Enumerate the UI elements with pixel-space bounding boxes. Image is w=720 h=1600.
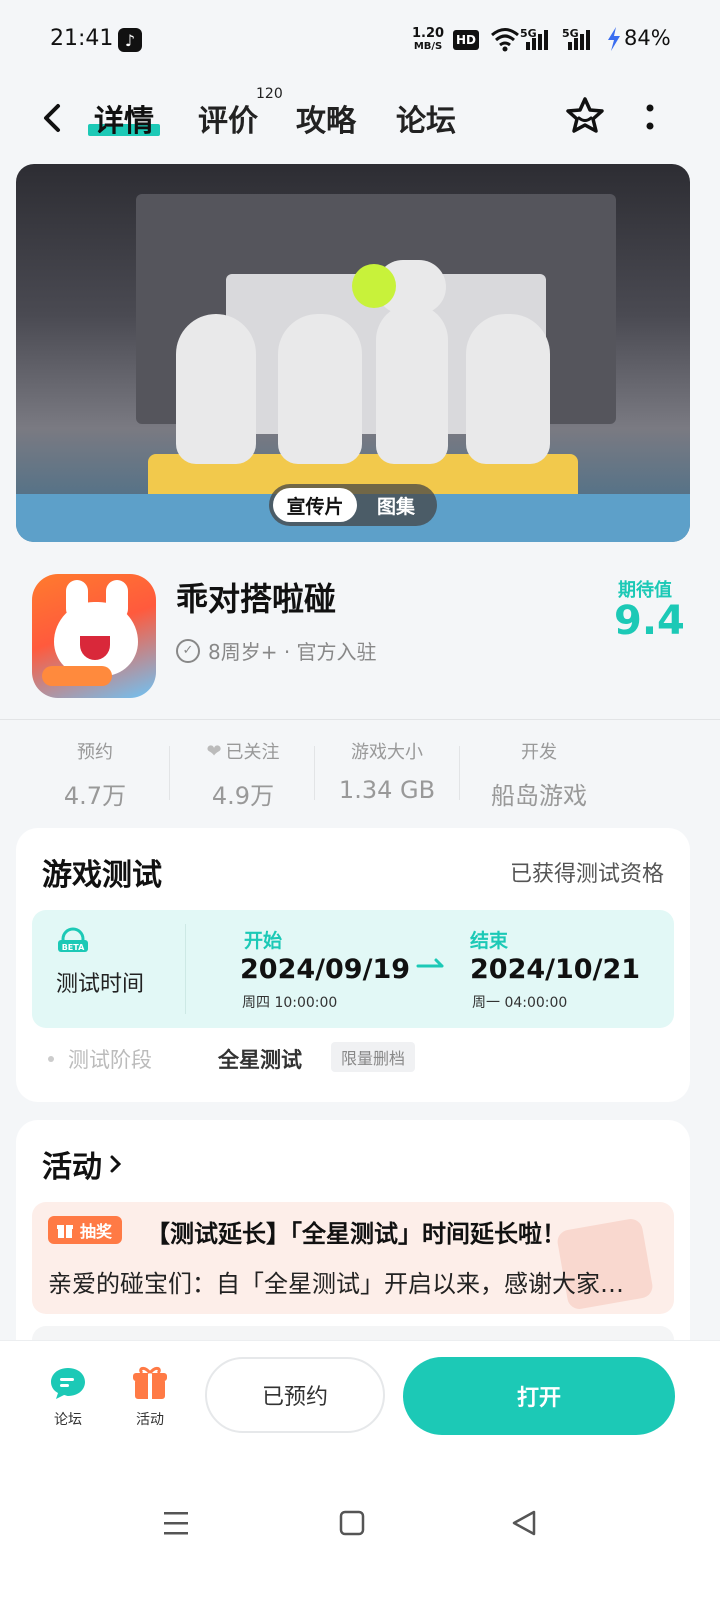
status-bar: 21:41 ♪ 1.20 MB/S HD 5G 5G 84%	[0, 0, 720, 80]
menu-icon[interactable]	[162, 1508, 190, 1538]
verified-check-icon: ✓	[176, 638, 200, 663]
home-icon[interactable]	[338, 1508, 366, 1538]
banner-ball	[352, 264, 396, 308]
divider	[0, 719, 720, 720]
forum-chat-icon	[51, 1368, 85, 1399]
activity-title-link[interactable]: 活动	[42, 1142, 124, 1186]
app-subtitle: ✓ 8周岁+ · 官方入驻	[176, 636, 377, 665]
bottom-action-bar: 论坛 活动 已预约 打开	[0, 1340, 720, 1461]
media-toggle: 宣传片 图集	[269, 484, 437, 526]
heart-icon: ❤	[206, 740, 222, 762]
time-separator	[185, 924, 186, 1014]
signal-icon: 5G	[520, 26, 554, 56]
favorite-star-icon[interactable]	[563, 94, 607, 138]
banner-figure	[278, 314, 362, 464]
wifi-icon	[491, 28, 519, 52]
game-test-card: 游戏测试 已获得测试资格 BETA 测试时间 开始 2024/09/19 周四 …	[16, 828, 690, 1102]
stat-reservations: 预约 4.7万	[63, 742, 127, 810]
tab-reviews[interactable]: 评价	[198, 96, 258, 140]
tab-details[interactable]: 详情	[94, 96, 154, 140]
phase-value: 全星测试	[218, 1048, 302, 1072]
net-speed: 1.20 MB/S	[412, 26, 445, 52]
forum-button[interactable]: 论坛	[38, 1365, 98, 1429]
start-time: 周四 10:00:00	[242, 995, 338, 1011]
banner-figure	[376, 304, 448, 464]
beta-icon: BETA	[58, 927, 88, 952]
svg-text:BETA: BETA	[62, 943, 85, 952]
end-date: 2024/10/21	[470, 954, 641, 985]
activity-item[interactable]: 抽奖 【测试延长】「全星测试」时间延长啦！ 亲爱的碰宝们：自「全星测试」开启以来…	[32, 1202, 674, 1314]
test-time-box: BETA 测试时间 开始 2024/09/19 周四 10:00:00 结束 2…	[32, 910, 674, 1028]
back-triangle-icon[interactable]	[510, 1508, 538, 1538]
arrow-right-icon	[416, 958, 444, 968]
expect-score: 9.4	[614, 598, 685, 644]
end-time: 周一 04:00:00	[472, 995, 568, 1011]
back-icon[interactable]	[38, 98, 68, 138]
video-toggle-button[interactable]: 宣传片	[273, 488, 357, 522]
app-icon	[32, 574, 156, 698]
activity-button[interactable]: 活动	[120, 1365, 180, 1429]
chevron-right-icon	[110, 1155, 122, 1173]
gift-box-icon	[133, 1366, 167, 1399]
gift-icon	[57, 1225, 73, 1238]
start-label: 开始	[244, 930, 283, 952]
charging-icon	[608, 27, 620, 51]
start-date: 2024/09/19	[240, 954, 411, 985]
tab-forum[interactable]: 论坛	[396, 96, 456, 140]
banner-figure	[466, 314, 550, 464]
system-navigation-bar	[0, 1460, 720, 1600]
open-button[interactable]: 打开	[403, 1357, 675, 1435]
stat-game-size: 游戏大小 1.34 GB	[338, 742, 436, 804]
more-options-icon[interactable]	[640, 96, 660, 140]
reviews-count: 120	[256, 86, 283, 102]
activity-headline: 【测试延长】「全星测试」时间延长啦！	[146, 1220, 566, 1248]
activity-body: 亲爱的碰宝们：自「全星测试」开启以来，感谢大家的支持	[48, 1270, 628, 1298]
lottery-tag: 抽奖	[48, 1216, 123, 1244]
phase-tag: 限量删档	[331, 1042, 416, 1072]
battery-level: 84%	[624, 26, 671, 50]
tab-guides[interactable]: 攻略	[296, 96, 356, 140]
phase-label: 测试阶段	[68, 1048, 152, 1072]
top-nav: 详情 评价 120 攻略 论坛	[0, 86, 720, 150]
banner-figure	[176, 314, 256, 464]
stat-separator	[459, 746, 460, 800]
end-label: 结束	[470, 930, 509, 952]
stat-followers[interactable]: ❤ 已关注 4.9万	[168, 738, 318, 811]
test-time-label: 测试时间	[56, 972, 145, 997]
signal-icon: 5G	[562, 26, 596, 56]
tiktok-notification-icon: ♪	[118, 28, 142, 52]
phase-bullet	[48, 1056, 54, 1062]
reserved-button[interactable]: 已预约	[205, 1357, 385, 1433]
hd-badge: HD	[453, 30, 479, 50]
gallery-toggle-button[interactable]: 图集	[361, 488, 431, 522]
app-title: 乖对搭啦碰	[176, 580, 337, 618]
test-title: 游戏测试	[42, 858, 162, 893]
status-time: 21:41	[50, 26, 114, 51]
test-qualification: 已获得测试资格	[509, 862, 664, 887]
promo-banner[interactable]: 宣传片 图集	[16, 164, 690, 542]
stat-developer[interactable]: 开发 船岛游戏	[464, 738, 614, 811]
